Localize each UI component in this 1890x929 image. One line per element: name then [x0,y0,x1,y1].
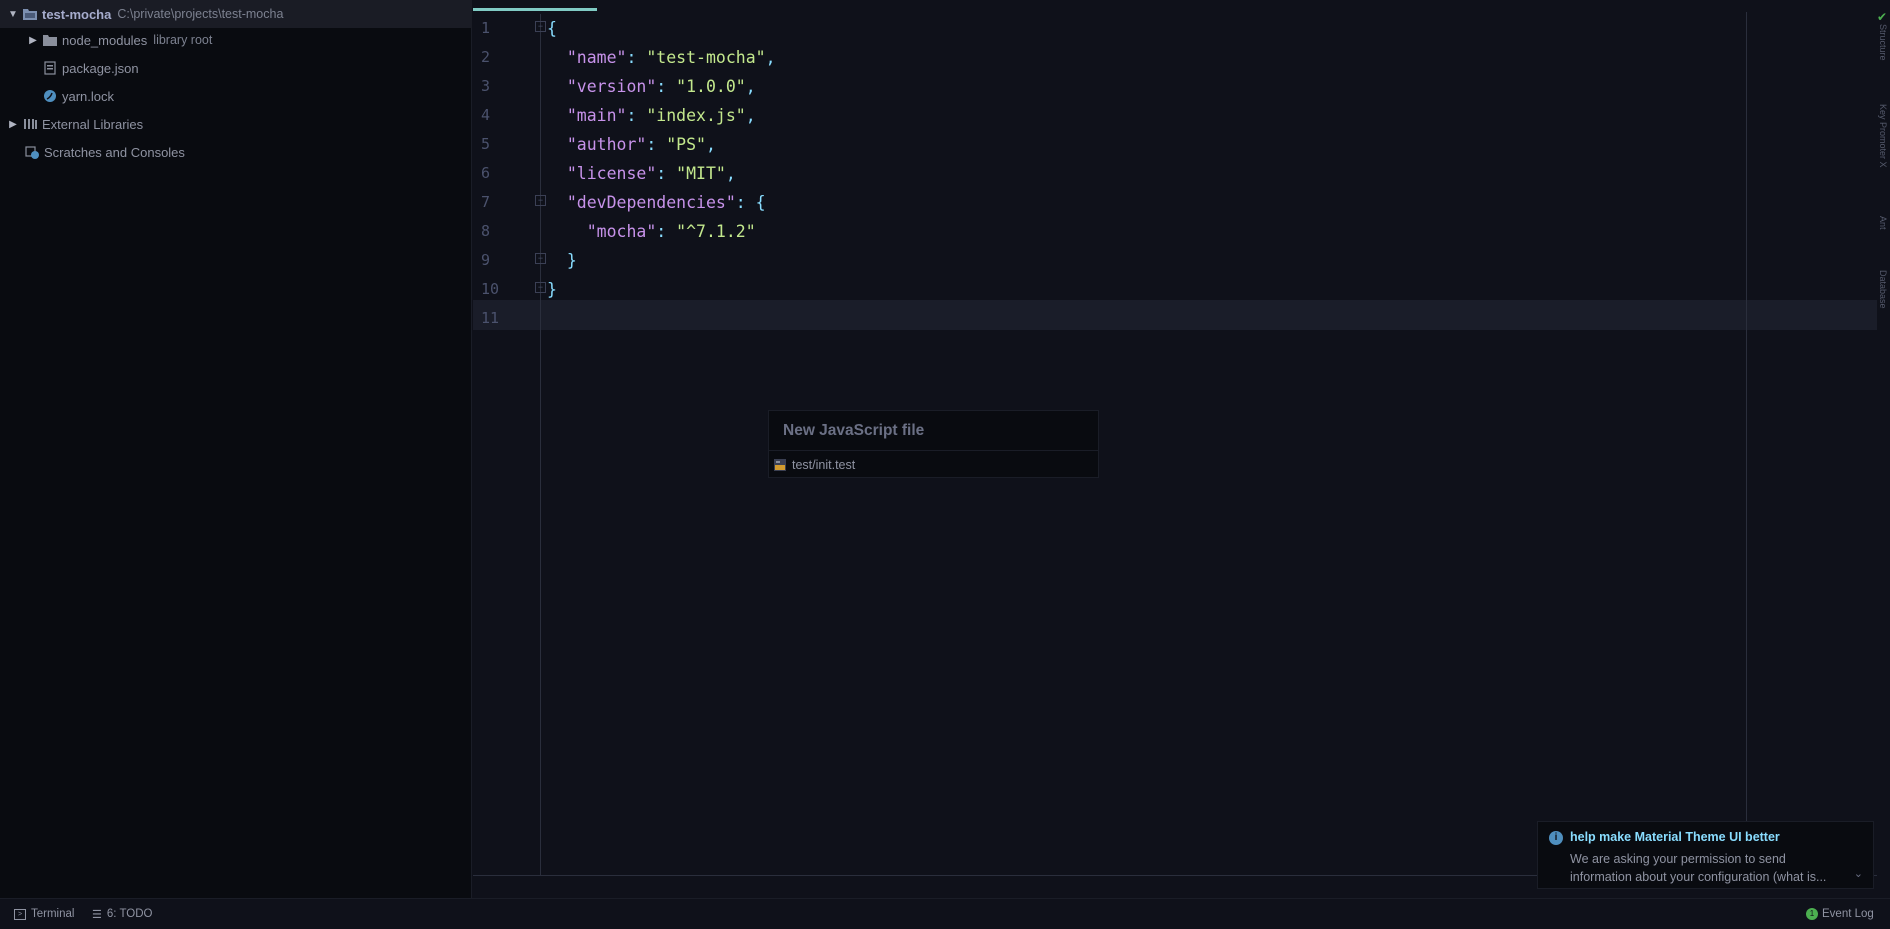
fold-marker-icon[interactable]: − [535,195,546,206]
fold-marker-icon[interactable]: − [535,21,546,32]
event-count-badge: 1 [1806,908,1818,920]
notification-body: We are asking your permission to send in… [1570,852,1827,884]
project-tool-window: ▼ test-mocha C:\private\projects\test-mo… [0,0,472,898]
tool-window-key-promoter[interactable]: Key Promoter X [1878,104,1888,196]
line-number: 10 [481,280,500,298]
tree-label: Scratches and Consoles [44,144,185,160]
todo-tab[interactable]: ☰ 6: TODO [92,899,152,929]
json-key: "devDependencies" [566,193,736,212]
tree-item-scratches[interactable]: Scratches and Consoles [0,138,472,166]
checkmark-icon: ✔ [1877,10,1888,24]
new-file-path: test/init.test [792,457,856,472]
line-number: 6 [481,164,491,182]
tree-item-node-modules[interactable]: ▶ node_modules library root [0,26,472,54]
folder-icon [42,32,58,48]
json-key: "author" [566,135,647,154]
right-margin-guide [1746,12,1747,822]
code-line: } [547,275,776,304]
code-line: "main": "index.js", [566,106,756,125]
javascript-file-icon [773,458,787,472]
json-key: "license" [566,164,657,183]
project-folder-icon [22,6,38,22]
json-value: "index.js" [646,106,746,125]
json-key: "mocha" [586,222,657,241]
library-root-hint: library root [153,33,213,47]
json-value: "PS" [666,135,706,154]
right-tool-strip: ✔ Structure Key Promoter X Ant Database [1877,0,1890,898]
status-bar: > Terminal ☰ 6: TODO 1 Event Log [0,898,1890,928]
line-number-gutter: 1 2 3 4 5 6 7 8 9 10 11 [473,14,541,333]
code-line: } [547,246,776,275]
tool-window-database[interactable]: Database [1878,270,1888,328]
tree-item-package-json[interactable]: package.json [0,54,472,82]
close-brace: } [566,251,577,270]
libraries-icon [22,116,38,132]
fold-marker-icon[interactable]: − [535,253,546,264]
line-number: 5 [481,135,491,153]
event-log-label: Event Log [1822,908,1874,920]
close-brace: } [547,280,557,299]
code-line: "author": "PS", [566,135,716,154]
info-icon: i [1549,831,1563,845]
fold-marker-icon[interactable]: − [535,282,546,293]
file-name: package.json [62,60,139,76]
popup-title: New JavaScript file [769,411,1098,451]
editor-area[interactable]: 1 2 3 4 5 6 7 8 9 10 11 − − − − { "name"… [473,0,1890,898]
tree-item-yarn-lock[interactable]: yarn.lock [0,82,472,110]
line-number: 4 [481,106,491,124]
list-icon: ☰ [92,908,102,921]
code-line: "name": "test-mocha", [566,48,776,67]
json-key: "name" [566,48,627,67]
project-name: test-mocha [42,6,112,22]
active-tab-indicator [473,8,597,11]
json-value: "1.0.0" [676,77,746,96]
line-number: 7 [481,193,491,211]
new-file-popup: New JavaScript file test/init.test [768,410,1099,478]
line-number: 1 [481,19,491,37]
chevron-down-icon[interactable]: ▼ [6,7,20,21]
code-line: { [547,14,776,43]
chevron-right-icon[interactable]: ▶ [6,117,20,131]
line-number: 11 [481,309,500,327]
open-brace: { [547,19,557,38]
scratches-icon [24,144,40,160]
project-path: C:\private\projects\test-mocha [117,7,284,21]
json-file-icon [42,60,58,76]
event-log-tab[interactable]: 1 Event Log [1806,899,1874,929]
new-file-name-input[interactable]: test/init.test [769,451,1098,478]
yarn-file-icon [42,88,58,104]
code-line: "version": "1.0.0", [566,77,756,96]
terminal-icon: > [14,908,26,920]
code-content[interactable]: { "name": "test-mocha", "version": "1.0.… [547,14,776,333]
line-number: 3 [481,77,491,95]
file-name: yarn.lock [62,88,115,104]
folder-name: node_modules [62,32,148,48]
chevron-right-icon[interactable]: ▶ [26,33,40,47]
expand-chevron-icon[interactable]: ⌄ [1854,867,1863,880]
tree-label: External Libraries [42,116,144,132]
code-line: "devDependencies": { [566,193,766,212]
code-line: "license": "MIT", [566,164,736,183]
notification-balloon[interactable]: i help make Material Theme UI better We … [1537,821,1874,889]
line-number: 9 [481,251,491,269]
json-value: "^7.1.2" [676,222,756,241]
todo-label: 6: TODO [106,908,153,920]
json-value: "MIT" [676,164,726,183]
notification-title: help make Material Theme UI better [1570,830,1780,844]
line-number: 8 [481,222,491,240]
code-line: "mocha": "^7.1.2" [586,222,756,241]
json-key: "version" [566,77,657,96]
terminal-label: Terminal [31,908,75,920]
tree-item-external-libraries[interactable]: ▶ External Libraries [0,110,472,138]
terminal-tab[interactable]: > Terminal [14,899,74,929]
json-key: "main" [566,106,627,125]
json-value: "test-mocha" [646,48,766,67]
tool-window-structure[interactable]: Structure [1878,24,1888,80]
tool-window-ant[interactable]: Ant [1878,216,1888,250]
line-number: 2 [481,48,491,66]
tree-item-project-root[interactable]: ▼ test-mocha C:\private\projects\test-mo… [0,0,472,28]
